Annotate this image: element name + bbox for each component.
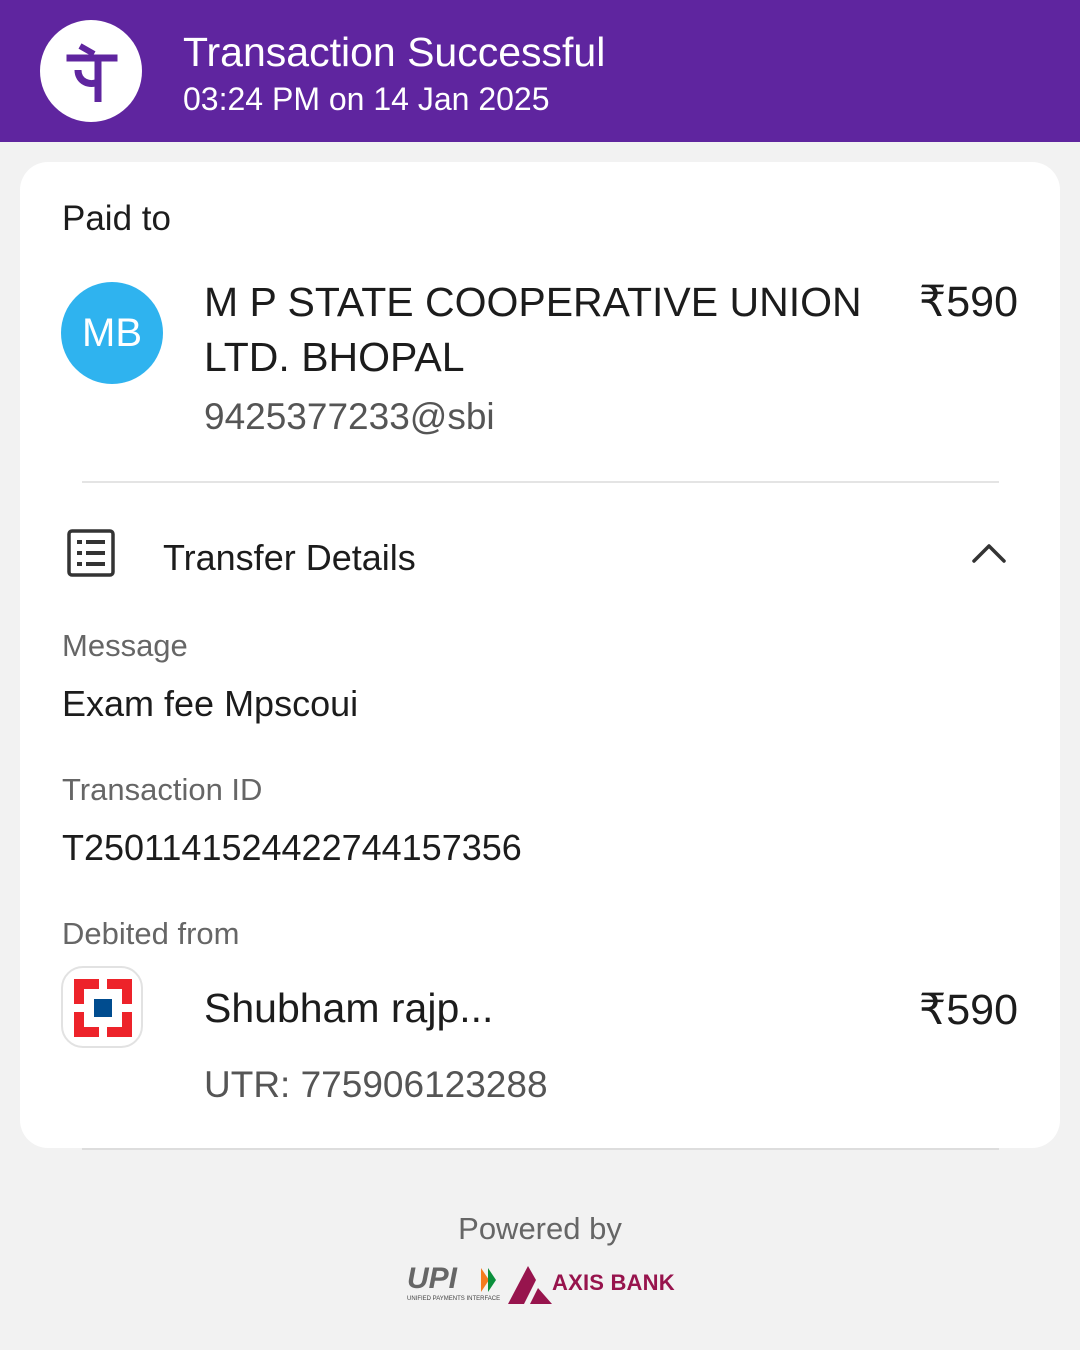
paid-amount: ₹590	[918, 278, 1018, 326]
transaction-id-value[interactable]: T2501141524422744157356	[62, 827, 522, 869]
header-bar: Transaction Successful 03:24 PM on 14 Ja…	[0, 0, 1080, 142]
transaction-datetime: 03:24 PM on 14 Jan 2025	[183, 81, 550, 117]
chevron-up-icon[interactable]	[970, 537, 1008, 567]
transaction-id-label: Transaction ID	[62, 772, 263, 807]
section-divider	[82, 481, 999, 483]
payee-avatar: MB	[61, 282, 163, 384]
paid-to-label: Paid to	[62, 199, 171, 238]
upi-logo: UPI UNIFIED PAYMENTS INTERFACE	[405, 1262, 501, 1304]
utr-number[interactable]: UTR: 775906123288	[204, 1064, 548, 1106]
powered-by-label: Powered by	[458, 1211, 622, 1246]
transfer-details-label[interactable]: Transfer Details	[163, 537, 416, 579]
payee-name: M P STATE COOPERATIVE UNION LTD. BHOPAL	[204, 279, 862, 380]
payee-upi-id: 9425377233@sbi	[204, 396, 495, 437]
hdfc-bank-logo-icon	[61, 966, 143, 1048]
upi-logo-subtext: UNIFIED PAYMENTS INTERFACE	[407, 1296, 500, 1302]
message-value: Exam fee Mpscoui	[62, 683, 359, 724]
document-list-icon	[66, 528, 116, 578]
debited-account-name: Shubham rajp...	[204, 985, 494, 1031]
transaction-card: Paid to MB M P STATE COOPERATIVE UNION L…	[20, 162, 1060, 1148]
debited-from-label: Debited from	[62, 916, 240, 951]
phonepe-logo-icon	[40, 20, 142, 122]
debited-amount: ₹590	[918, 986, 1018, 1034]
footer-divider	[82, 1148, 999, 1150]
transaction-status-title: Transaction Successful	[183, 29, 606, 75]
axis-bank-label: AXIS BANK	[552, 1270, 675, 1295]
axis-bank-logo-icon	[506, 1262, 554, 1306]
payee-avatar-initials: MB	[82, 310, 142, 355]
message-label: Message	[62, 628, 188, 663]
upi-logo-text: UPI	[407, 1262, 458, 1295]
